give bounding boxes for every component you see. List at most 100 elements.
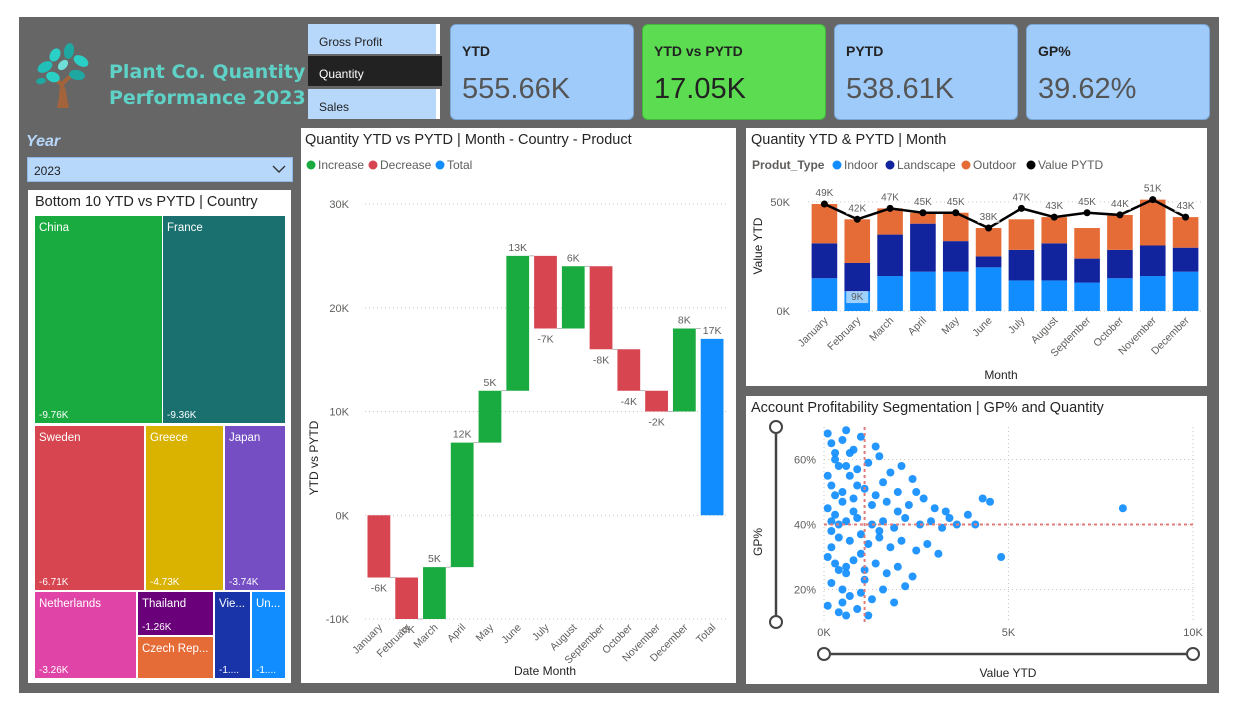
plant-logo-icon <box>36 43 89 108</box>
scatter-point <box>908 475 917 483</box>
stacked-bar-segment <box>1041 280 1068 311</box>
stacked-data-labels: 49K 42K 9K 47K 45K 45K 38K 47K 43K 45K 44K 51K 43K <box>813 182 1197 304</box>
scatter-x-ticks: 0K 5K 10K <box>817 627 1203 639</box>
stacked-bar-segment <box>877 234 903 277</box>
scatter-point <box>879 478 888 487</box>
stacked-bar-segment <box>877 276 903 311</box>
treemap-cell-china[interactable]: China -9.76K <box>35 216 162 423</box>
measure-button-sales[interactable]: Sales <box>308 89 440 119</box>
data-label: 17K <box>703 325 722 337</box>
scatter-point <box>845 536 854 545</box>
scatter-point <box>834 608 843 617</box>
measure-button-gross-profit[interactable]: Gross Profit <box>308 24 440 54</box>
year-slicer-label: Year <box>26 133 61 150</box>
data-label: 9K <box>851 292 864 303</box>
scatter-point <box>886 468 895 477</box>
measure-button-quantity[interactable]: Quantity <box>308 56 442 86</box>
legend-label-outdoor: Outdoor <box>973 158 1016 172</box>
data-label: 45K <box>914 197 932 208</box>
scatter-point <box>871 491 880 500</box>
y-range-slider[interactable] <box>769 420 783 629</box>
y-tick-label: 30K <box>329 199 349 211</box>
scatter-point <box>838 497 847 506</box>
scatter-point <box>831 455 840 464</box>
waterfall-bar <box>700 338 724 516</box>
waterfall-bar <box>423 567 446 619</box>
waterfall-bar <box>395 577 419 619</box>
cell-name: Vie... <box>219 598 245 610</box>
treemap-cell-japan[interactable]: Japan -3.74K <box>225 426 285 590</box>
stacked-x-axis-label: Month <box>984 368 1017 382</box>
value-pytd-point <box>820 200 828 208</box>
legend-swatch-indoor <box>832 160 842 170</box>
kpi-value: 555.66K <box>462 73 571 105</box>
x-tick-label: April <box>445 622 468 645</box>
treemap-cell-greece[interactable]: Greece -4.73K <box>146 426 223 590</box>
scatter-panel: Account Profitability Segmentation | GP%… <box>746 396 1207 684</box>
treemap-cell-france[interactable]: France -9.36K <box>163 216 285 423</box>
kpi-label: YTD <box>462 43 490 59</box>
treemap-cell-netherlands[interactable]: Netherlands -3.26K <box>35 592 136 678</box>
value-pytd-point <box>853 215 861 223</box>
scatter-point <box>838 436 847 444</box>
stacked-bar-segment <box>975 228 1002 257</box>
scatter-point <box>845 471 854 480</box>
x-tick-label: 10K <box>1183 627 1203 639</box>
scatter-point <box>901 514 910 522</box>
scatter-point <box>823 471 832 480</box>
waterfall-y-ticks: 30K 20K 10K 0K -10K <box>326 199 350 626</box>
x-tick-label: March <box>411 622 440 651</box>
kpi-card-pytd: PYTD 538.61K <box>834 24 1018 120</box>
title-line-1: Plant Co. Quantity <box>109 61 306 83</box>
scatter-point <box>827 481 836 490</box>
scatter-point <box>823 601 832 610</box>
stacked-bar-segment <box>1008 249 1035 281</box>
treemap-cell-sweden[interactable]: Sweden -6.71K <box>35 426 144 590</box>
treemap-cell-czech[interactable]: Czech Rep... <box>138 637 213 678</box>
stacked-panel: Quantity YTD & PYTD | Month Produt_Type … <box>746 128 1207 386</box>
x-range-slider[interactable] <box>817 647 1200 661</box>
scatter-point <box>853 605 862 613</box>
y-slider-handle-top[interactable] <box>769 420 783 434</box>
scatter-point <box>882 569 891 578</box>
kpi-card-ytd-vs-pytd: YTD vs PYTD 17.05K <box>642 24 826 120</box>
treemap-cell-thailand[interactable]: Thailand -1.26K <box>138 592 213 635</box>
scatter-point <box>842 569 851 578</box>
scatter-point <box>930 504 939 513</box>
cell-name: Sweden <box>39 432 81 444</box>
x-tick-label: April <box>906 315 929 338</box>
year-dropdown-value: 2023 <box>34 164 61 178</box>
treemap-cell-vietnam[interactable]: Vie... -1.... <box>215 592 250 678</box>
stacked-bar-segment <box>975 267 1002 311</box>
data-label: -4K <box>621 396 637 408</box>
cell-value: -4.73K <box>150 577 180 588</box>
x-slider-handle-left[interactable] <box>817 647 831 661</box>
legend-label-increase: Increase <box>318 158 364 172</box>
stacked-bar-segment <box>975 256 1002 268</box>
y-slider-handle-bottom[interactable] <box>769 615 783 629</box>
x-tick-label: 0K <box>817 627 831 639</box>
scatter-point <box>901 582 910 591</box>
scatter-point <box>904 501 913 509</box>
cell-value: -1.... <box>219 665 240 676</box>
scatter-point <box>897 536 906 545</box>
scatter-point <box>827 543 836 552</box>
treemap-cell-united[interactable]: Un... -1.... <box>252 592 285 678</box>
stacked-bar-segment <box>811 243 838 279</box>
year-dropdown[interactable]: 2023 <box>27 157 293 182</box>
scatter-point <box>978 494 987 503</box>
cell-value: -1.... <box>256 665 277 676</box>
waterfall-x-ticks: JanuaryFebruaryMarch April May June JulyAugu… <box>350 621 718 666</box>
stacked-bar-segment <box>1172 271 1199 311</box>
legend-swatch-decrease <box>368 160 378 170</box>
y-tick-label: 20% <box>794 585 816 597</box>
x-tick-label: March <box>867 315 896 344</box>
legend-swatch-landscape <box>885 160 895 170</box>
waterfall-bar <box>534 255 557 329</box>
x-slider-handle-right[interactable] <box>1186 647 1200 661</box>
stacked-bar-segment <box>1041 217 1068 244</box>
scatter-point <box>838 585 847 594</box>
scatter-point <box>919 494 928 503</box>
stacked-bar-segment <box>1139 245 1166 277</box>
scatter-point <box>912 488 921 496</box>
